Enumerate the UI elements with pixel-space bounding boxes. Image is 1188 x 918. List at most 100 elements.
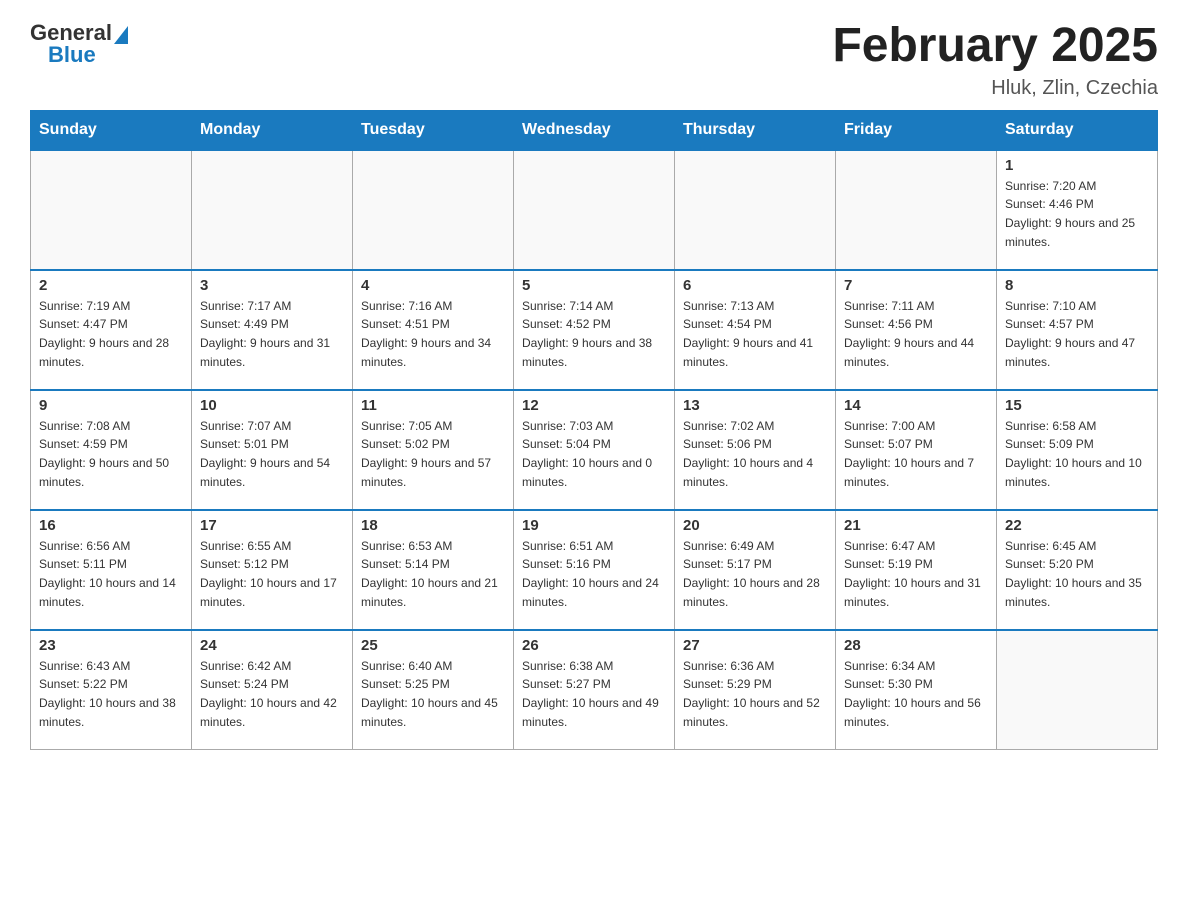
- day-info: Sunrise: 6:47 AMSunset: 5:19 PMDaylight:…: [844, 537, 988, 611]
- calendar-cell: 9 Sunrise: 7:08 AMSunset: 4:59 PMDaylight…: [31, 390, 192, 510]
- calendar-cell: 22 Sunrise: 6:45 AMSunset: 5:20 PMDayligh…: [997, 510, 1158, 630]
- calendar-cell: 27 Sunrise: 6:36 AMSunset: 5:29 PMDayligh…: [675, 630, 836, 750]
- location: Hluk, Zlin, Czechia: [832, 77, 1158, 100]
- calendar-cell: [514, 150, 675, 270]
- day-info: Sunrise: 7:17 AMSunset: 4:49 PMDaylight:…: [200, 297, 344, 371]
- calendar-cell: 5 Sunrise: 7:14 AMSunset: 4:52 PMDaylight…: [514, 270, 675, 390]
- day-number: 21: [844, 517, 988, 534]
- day-number: 25: [361, 637, 505, 654]
- calendar-cell: 16 Sunrise: 6:56 AMSunset: 5:11 PMDayligh…: [31, 510, 192, 630]
- day-number: 26: [522, 637, 666, 654]
- day-info: Sunrise: 6:40 AMSunset: 5:25 PMDaylight:…: [361, 657, 505, 731]
- calendar-cell: 13 Sunrise: 7:02 AMSunset: 5:06 PMDayligh…: [675, 390, 836, 510]
- day-number: 7: [844, 277, 988, 294]
- day-number: 3: [200, 277, 344, 294]
- calendar-cell: 21 Sunrise: 6:47 AMSunset: 5:19 PMDayligh…: [836, 510, 997, 630]
- calendar-cell: 14 Sunrise: 7:00 AMSunset: 5:07 PMDayligh…: [836, 390, 997, 510]
- day-info: Sunrise: 7:13 AMSunset: 4:54 PMDaylight:…: [683, 297, 827, 371]
- week-row-3: 9 Sunrise: 7:08 AMSunset: 4:59 PMDaylight…: [31, 390, 1158, 510]
- day-info: Sunrise: 6:51 AMSunset: 5:16 PMDaylight:…: [522, 537, 666, 611]
- month-title: February 2025: [832, 20, 1158, 73]
- calendar-table: SundayMondayTuesdayWednesdayThursdayFrid…: [30, 110, 1158, 751]
- calendar-cell: 6 Sunrise: 7:13 AMSunset: 4:54 PMDaylight…: [675, 270, 836, 390]
- calendar-cell: 20 Sunrise: 6:49 AMSunset: 5:17 PMDayligh…: [675, 510, 836, 630]
- day-number: 14: [844, 397, 988, 414]
- logo-triangle-icon: [114, 26, 128, 44]
- day-number: 12: [522, 397, 666, 414]
- day-info: Sunrise: 6:45 AMSunset: 5:20 PMDaylight:…: [1005, 537, 1149, 611]
- day-number: 18: [361, 517, 505, 534]
- day-info: Sunrise: 6:38 AMSunset: 5:27 PMDaylight:…: [522, 657, 666, 731]
- day-number: 4: [361, 277, 505, 294]
- calendar-cell: [836, 150, 997, 270]
- day-number: 19: [522, 517, 666, 534]
- day-info: Sunrise: 7:10 AMSunset: 4:57 PMDaylight:…: [1005, 297, 1149, 371]
- day-info: Sunrise: 7:14 AMSunset: 4:52 PMDaylight:…: [522, 297, 666, 371]
- calendar-cell: 10Sunrise: 7:07 AMSunset: 5:01 PMDayligh…: [192, 390, 353, 510]
- day-number: 1: [1005, 157, 1149, 174]
- calendar-cell: 17 Sunrise: 6:55 AMSunset: 5:12 PMDayligh…: [192, 510, 353, 630]
- day-info: Sunrise: 6:56 AMSunset: 5:11 PMDaylight:…: [39, 537, 183, 611]
- day-info: Sunrise: 6:53 AMSunset: 5:14 PMDaylight:…: [361, 537, 505, 611]
- calendar-cell: 28Sunrise: 6:34 AMSunset: 5:30 PMDayligh…: [836, 630, 997, 750]
- week-row-1: 1 Sunrise: 7:20 AMSunset: 4:46 PMDaylight…: [31, 150, 1158, 270]
- calendar-header-row: SundayMondayTuesdayWednesdayThursdayFrid…: [31, 110, 1158, 150]
- calendar-cell: 18 Sunrise: 6:53 AMSunset: 5:14 PMDayligh…: [353, 510, 514, 630]
- day-info: Sunrise: 7:08 AMSunset: 4:59 PMDaylight:…: [39, 417, 183, 491]
- calendar-cell: [997, 630, 1158, 750]
- column-header-sunday: Sunday: [31, 110, 192, 150]
- calendar-cell: 7 Sunrise: 7:11 AMSunset: 4:56 PMDaylight…: [836, 270, 997, 390]
- day-info: Sunrise: 6:49 AMSunset: 5:17 PMDaylight:…: [683, 537, 827, 611]
- week-row-2: 2Sunrise: 7:19 AMSunset: 4:47 PMDaylight…: [31, 270, 1158, 390]
- column-header-wednesday: Wednesday: [514, 110, 675, 150]
- day-info: Sunrise: 6:36 AMSunset: 5:29 PMDaylight:…: [683, 657, 827, 731]
- calendar-cell: 8Sunrise: 7:10 AMSunset: 4:57 PMDaylight…: [997, 270, 1158, 390]
- calendar-cell: 26 Sunrise: 6:38 AMSunset: 5:27 PMDayligh…: [514, 630, 675, 750]
- calendar-cell: 19 Sunrise: 6:51 AMSunset: 5:16 PMDayligh…: [514, 510, 675, 630]
- day-number: 16: [39, 517, 183, 534]
- calendar-cell: 23 Sunrise: 6:43 AMSunset: 5:22 PMDayligh…: [31, 630, 192, 750]
- day-number: 9: [39, 397, 183, 414]
- calendar-cell: 3 Sunrise: 7:17 AMSunset: 4:49 PMDaylight…: [192, 270, 353, 390]
- day-number: 15: [1005, 397, 1149, 414]
- day-number: 27: [683, 637, 827, 654]
- day-info: Sunrise: 7:20 AMSunset: 4:46 PMDaylight:…: [1005, 177, 1149, 251]
- column-header-friday: Friday: [836, 110, 997, 150]
- calendar-cell: 15 Sunrise: 6:58 AMSunset: 5:09 PMDayligh…: [997, 390, 1158, 510]
- day-info: Sunrise: 7:02 AMSunset: 5:06 PMDaylight:…: [683, 417, 827, 491]
- day-number: 20: [683, 517, 827, 534]
- calendar-cell: [353, 150, 514, 270]
- logo-blue-text: Blue: [48, 42, 96, 68]
- column-header-monday: Monday: [192, 110, 353, 150]
- page-header: General Blue February 2025 Hluk, Zlin, C…: [30, 20, 1158, 100]
- day-info: Sunrise: 6:43 AMSunset: 5:22 PMDaylight:…: [39, 657, 183, 731]
- day-info: Sunrise: 7:00 AMSunset: 5:07 PMDaylight:…: [844, 417, 988, 491]
- calendar-cell: [31, 150, 192, 270]
- day-info: Sunrise: 7:19 AMSunset: 4:47 PMDaylight:…: [39, 297, 183, 371]
- calendar-cell: 2Sunrise: 7:19 AMSunset: 4:47 PMDaylight…: [31, 270, 192, 390]
- day-info: Sunrise: 6:55 AMSunset: 5:12 PMDaylight:…: [200, 537, 344, 611]
- calendar-cell: 11 Sunrise: 7:05 AMSunset: 5:02 PMDayligh…: [353, 390, 514, 510]
- day-info: Sunrise: 7:11 AMSunset: 4:56 PMDaylight:…: [844, 297, 988, 371]
- day-number: 22: [1005, 517, 1149, 534]
- day-number: 11: [361, 397, 505, 414]
- day-info: Sunrise: 6:58 AMSunset: 5:09 PMDaylight:…: [1005, 417, 1149, 491]
- calendar-cell: 24 Sunrise: 6:42 AMSunset: 5:24 PMDayligh…: [192, 630, 353, 750]
- day-number: 17: [200, 517, 344, 534]
- day-info: Sunrise: 7:05 AMSunset: 5:02 PMDaylight:…: [361, 417, 505, 491]
- day-info: Sunrise: 6:34 AMSunset: 5:30 PMDaylight:…: [844, 657, 988, 731]
- week-row-5: 23 Sunrise: 6:43 AMSunset: 5:22 PMDayligh…: [31, 630, 1158, 750]
- day-number: 23: [39, 637, 183, 654]
- day-info: Sunrise: 7:16 AMSunset: 4:51 PMDaylight:…: [361, 297, 505, 371]
- day-number: 6: [683, 277, 827, 294]
- day-number: 13: [683, 397, 827, 414]
- title-section: February 2025 Hluk, Zlin, Czechia: [832, 20, 1158, 100]
- day-info: Sunrise: 7:07 AMSunset: 5:01 PMDaylight:…: [200, 417, 344, 491]
- day-number: 24: [200, 637, 344, 654]
- day-info: Sunrise: 7:03 AMSunset: 5:04 PMDaylight:…: [522, 417, 666, 491]
- calendar-cell: 25 Sunrise: 6:40 AMSunset: 5:25 PMDayligh…: [353, 630, 514, 750]
- calendar-cell: 1 Sunrise: 7:20 AMSunset: 4:46 PMDaylight…: [997, 150, 1158, 270]
- day-number: 5: [522, 277, 666, 294]
- calendar-cell: 4 Sunrise: 7:16 AMSunset: 4:51 PMDaylight…: [353, 270, 514, 390]
- day-info: Sunrise: 6:42 AMSunset: 5:24 PMDaylight:…: [200, 657, 344, 731]
